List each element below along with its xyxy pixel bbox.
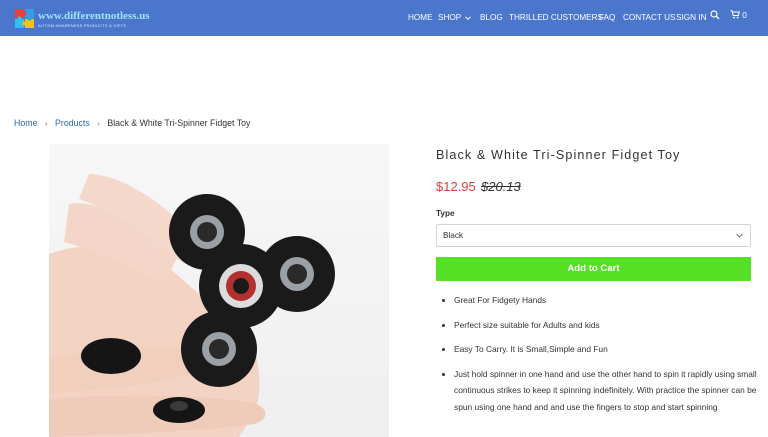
logo-tagline: AUTISM AWARENESS PRODUCTS & GIFTS — [38, 23, 127, 28]
type-select[interactable]: Black — [436, 224, 751, 247]
nav-faq[interactable]: FAQ — [599, 10, 615, 26]
type-select-value: Black — [443, 231, 464, 240]
feature-list: Great For Fidgety Hands Perfect size sui… — [442, 292, 760, 423]
site-logo[interactable]: www.differentnotless.us AUTISM AWARENESS… — [14, 8, 150, 30]
list-item: Just hold spinner in one hand and use th… — [442, 366, 760, 416]
nav-shop[interactable]: SHOP — [438, 10, 472, 26]
nav-thrilled-customers[interactable]: THRILLED CUSTOMERS — [509, 10, 603, 26]
product-title: Black & White Tri-Spinner Fidget Toy — [436, 148, 681, 162]
search-icon[interactable] — [710, 10, 720, 20]
nav-sign-in[interactable]: SIGN IN — [676, 10, 706, 26]
cart-count: 0 — [742, 11, 747, 20]
nav-contact-us[interactable]: CONTACT US — [623, 10, 675, 26]
nav-blog[interactable]: BLOG — [480, 10, 503, 26]
list-item: Easy To Carry. It is Small,Simple and Fu… — [442, 341, 760, 358]
chevron-down-icon — [464, 16, 471, 20]
chevron-right-icon: › — [44, 119, 48, 128]
add-to-cart-button[interactable]: Add to Cart — [436, 257, 751, 281]
chevron-down-icon — [736, 233, 743, 238]
type-label: Type — [436, 209, 455, 218]
compare-at-price: $20.13 — [481, 179, 521, 194]
breadcrumb-products[interactable]: Products — [55, 118, 90, 128]
fidget-spinner-photo — [49, 174, 335, 437]
sale-price: $12.95 — [436, 179, 476, 194]
nav-shop-label: SHOP — [438, 13, 462, 22]
logo-text: www.differentnotless.us — [38, 10, 150, 22]
list-item: Great For Fidgety Hands — [442, 292, 760, 309]
nav-home[interactable]: HOME — [408, 10, 433, 26]
cart-icon — [730, 10, 740, 19]
puzzle-logo-icon — [15, 9, 34, 28]
breadcrumb-home[interactable]: Home — [14, 118, 37, 128]
list-item: Perfect size suitable for Adults and kid… — [442, 317, 760, 334]
site-header: www.differentnotless.us AUTISM AWARENESS… — [0, 0, 768, 36]
product-image[interactable] — [49, 144, 389, 437]
breadcrumb: Home › Products › Black & White Tri-Spin… — [14, 118, 250, 128]
chevron-right-icon: › — [97, 119, 100, 128]
cart-link[interactable]: 0 — [730, 10, 747, 22]
breadcrumb-current: Black & White Tri-Spinner Fidget Toy — [107, 118, 251, 128]
